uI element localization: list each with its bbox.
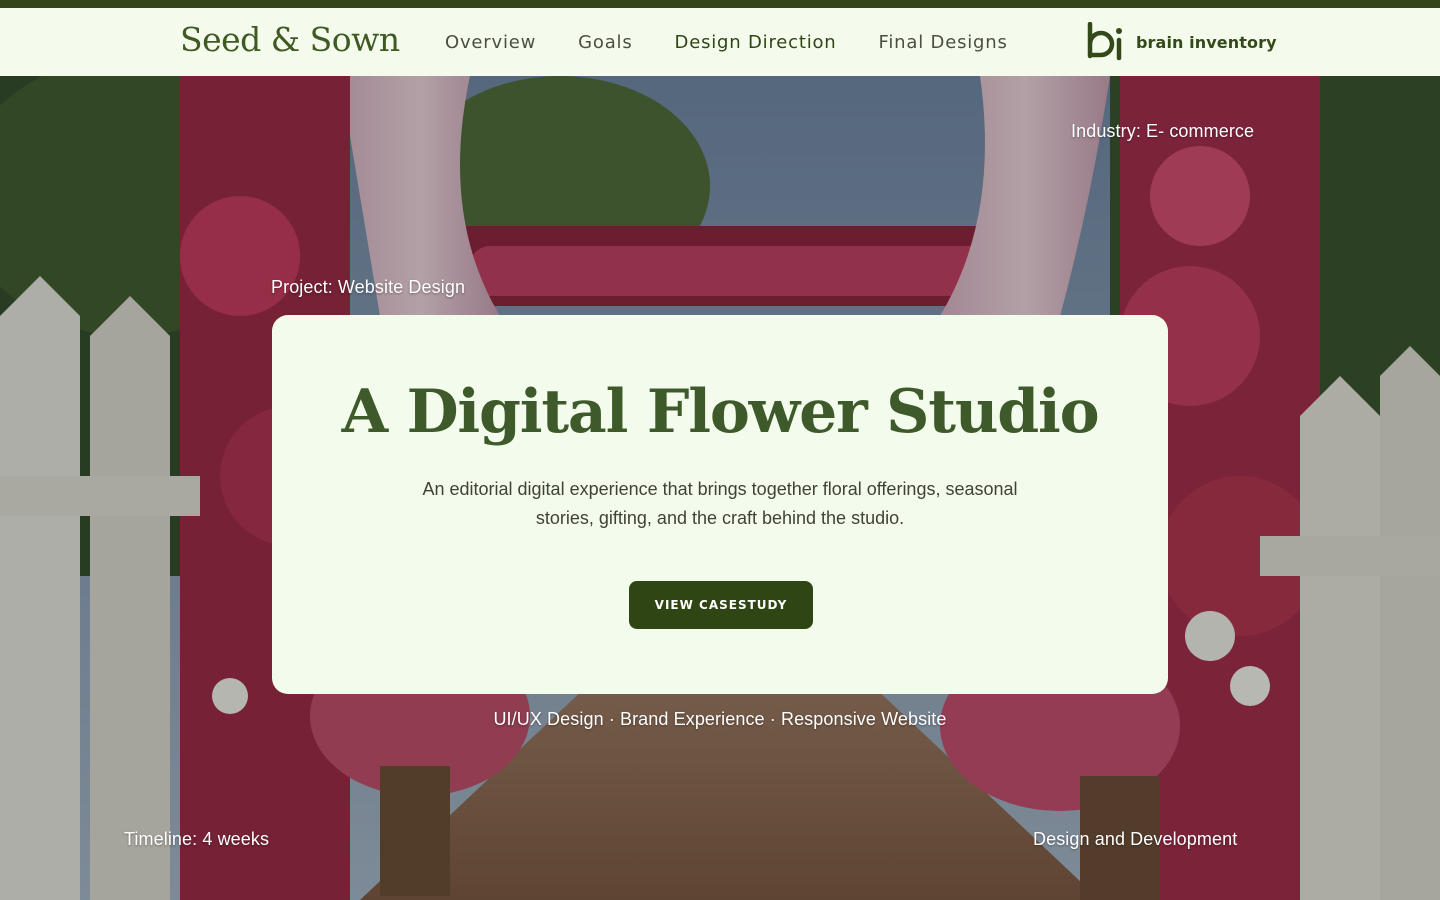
top-accent-strip <box>0 0 1440 8</box>
main-nav: Overview Goals Design Direction Final De… <box>445 8 1008 76</box>
scope-label: Design and Development <box>1033 829 1238 849</box>
hero-title: A Digital Flower Studio <box>341 377 1100 447</box>
bi-logo-icon <box>1087 22 1122 61</box>
industry-label: Industry: E- commerce <box>1071 121 1255 141</box>
nav-design-direction[interactable]: Design Direction <box>675 32 837 53</box>
hero-subtitle: An editorial digital experience that bri… <box>422 479 1018 528</box>
nav-goals[interactable]: Goals <box>578 32 632 53</box>
agency-logo[interactable]: brain inventory <box>1086 22 1277 62</box>
nav-overview[interactable]: Overview <box>445 32 536 53</box>
nav-final-designs[interactable]: Final Designs <box>879 32 1008 53</box>
project-label: Project: Website Design <box>271 277 466 297</box>
services-label: UI/UX Design · Brand Experience · Respon… <box>493 709 947 729</box>
brand-logo-text[interactable]: Seed & Sown <box>180 20 400 59</box>
timeline-label: Timeline: 4 weeks <box>124 829 270 849</box>
hero-card: A Digital Flower Studio An editorial dig… <box>272 315 1168 694</box>
site-header: Seed & Sown Overview Goals Design Direct… <box>0 8 1440 76</box>
agency-name: brain inventory <box>1136 32 1277 52</box>
view-casestudy-button[interactable]: VIEW CASESTUDY <box>629 581 813 629</box>
